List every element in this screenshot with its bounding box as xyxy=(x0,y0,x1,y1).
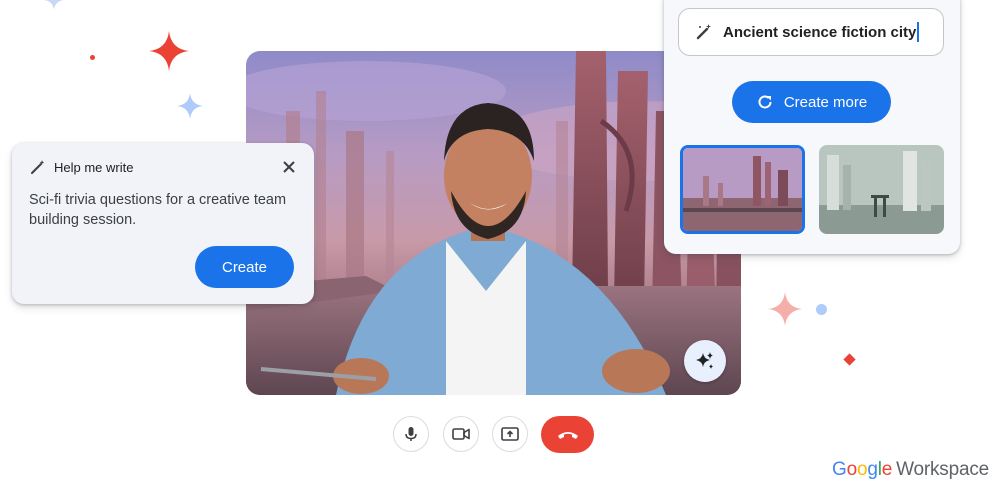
microphone-icon xyxy=(405,427,417,441)
create-button[interactable]: Create xyxy=(195,246,294,288)
help-me-write-title: Help me write xyxy=(54,159,134,175)
brand-product-name: Workspace xyxy=(896,459,990,480)
background-prompt-value: Ancient science fiction city xyxy=(723,23,917,41)
sparkle-decoration-blue-icon xyxy=(177,93,203,119)
visual-effects-button[interactable] xyxy=(684,340,726,382)
help-me-write-prompt[interactable]: Sci-fi trivia questions for a creative t… xyxy=(29,190,289,230)
create-more-label: Create more xyxy=(783,93,868,111)
background-prompt-input[interactable]: Ancient science fiction city xyxy=(678,8,944,56)
sparkle-decoration-top-icon xyxy=(44,0,64,10)
help-me-write-card: Help me write Sci-fi trivia questions fo… xyxy=(12,143,314,304)
camera-icon xyxy=(452,428,470,440)
close-icon[interactable] xyxy=(280,158,298,176)
generated-background-thumbnail-2[interactable] xyxy=(819,145,944,234)
sparkle-icon xyxy=(696,352,713,369)
camera-button[interactable] xyxy=(443,416,479,452)
phone-hangup-icon xyxy=(557,431,578,439)
create-more-button[interactable]: Create more xyxy=(732,81,891,123)
sparkle-decoration-red-icon xyxy=(149,31,189,71)
present-screen-icon xyxy=(501,427,519,441)
decoration-dot-red xyxy=(90,55,95,60)
magic-pen-icon xyxy=(31,160,45,174)
microphone-button[interactable] xyxy=(393,416,429,452)
present-screen-button[interactable] xyxy=(492,416,528,452)
generated-background-thumbnail-1[interactable] xyxy=(680,145,805,234)
help-me-write-header: Help me write xyxy=(30,159,133,175)
text-caret xyxy=(917,22,920,42)
magic-brush-icon xyxy=(696,24,711,40)
end-call-button[interactable] xyxy=(541,416,594,453)
google-workspace-logo: Google Workspace xyxy=(832,459,990,480)
background-thumbnail-image-2 xyxy=(819,145,944,234)
decoration-dot-blue xyxy=(816,304,827,315)
background-thumbnail-image-1 xyxy=(683,148,802,231)
generate-background-panel: Ancient science fiction city Create more xyxy=(664,0,960,254)
sparkle-decoration-pink-icon xyxy=(768,292,802,326)
refresh-icon xyxy=(758,95,772,109)
decoration-diamond-icon xyxy=(843,353,856,366)
